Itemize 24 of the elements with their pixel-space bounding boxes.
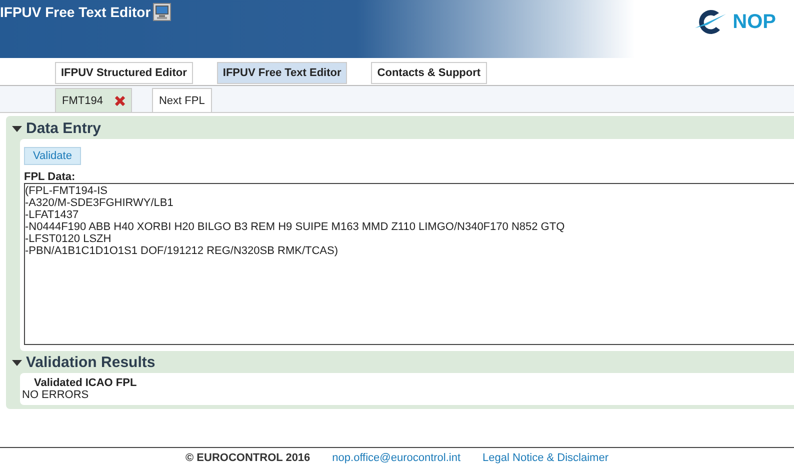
result-text: NO ERRORS [22,389,90,401]
nav-tab[interactable]: Contacts & Support [371,62,487,84]
nav-tab[interactable]: IFPUV Structured Editor [55,62,193,84]
flight-tab[interactable]: Next FPL [152,88,212,112]
close-icon[interactable] [114,96,125,106]
copyright-text: © EUROCONTROL 2016 [186,452,310,464]
field-label: FPL Data: [24,171,76,183]
swoosh-logo-icon [692,8,727,36]
result-heading: Validated ICAO FPL [33,377,138,389]
app-title: IFPUV Free Text Editor [0,4,151,20]
collapse-caret-icon[interactable] [12,358,22,366]
flight-tab-label: Next FPL [158,94,205,106]
monitor-icon[interactable] [152,3,171,21]
section-title: Validation Results [26,354,156,371]
fpl-data-field[interactable]: (FPL-FMT194-IS -A320/M-SDE3FGHIRWY/LB1 -LFAT1437 -N0444F190 ABB H40 XORBI H20 BILGO B3 REM H9 SUIPE M163 MMD Z110 LIMGO/N340F170 N852 GTQ -LFST0120 LSZH -PBN/A1B1C1D1O1S1 DOF/191212 REG/N320SB RMK/TCAS) [24,183,794,345]
flight-tab-label: FMT194 [62,94,103,106]
logo-text: NOP [732,10,776,34]
legal-link[interactable]: Legal Notice & Disclaimer [482,452,608,464]
section-title: Data Entry [26,120,102,137]
nav-tab[interactable]: IFPUV Free Text Editor [216,62,348,84]
validate-button[interactable]: Validate [24,147,81,165]
email-link[interactable]: nop.office@eurocontrol.int [332,452,461,464]
collapse-caret-icon[interactable] [12,124,22,132]
flight-tab[interactable]: FMT194 [55,88,132,112]
